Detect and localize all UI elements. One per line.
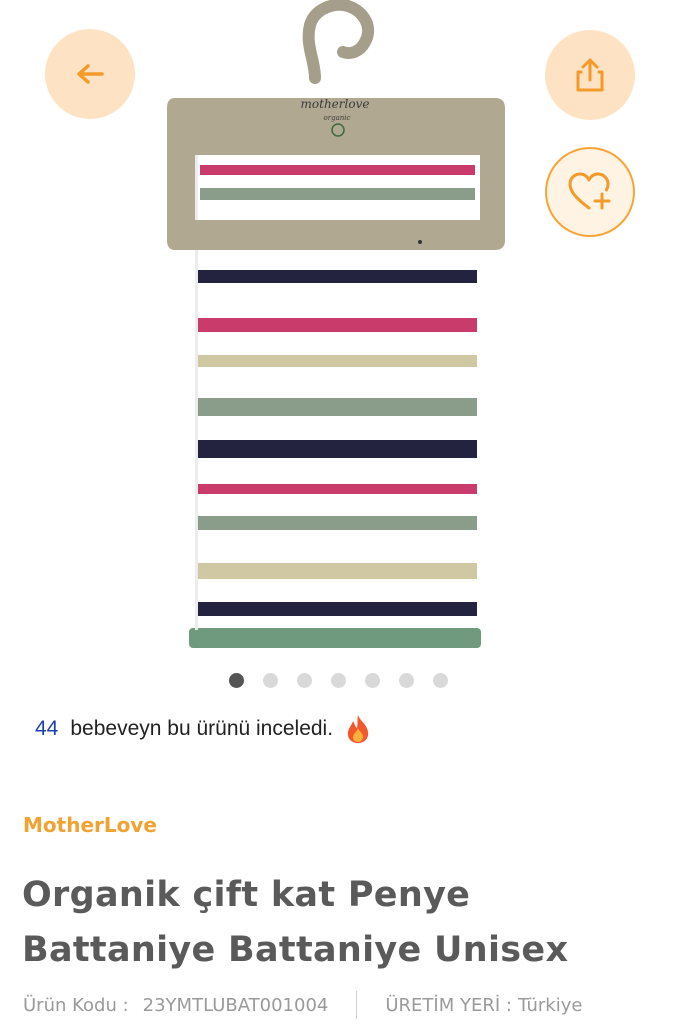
product-code-value: 23YMTLUBAT001004 [142,994,329,1016]
pagination-dot[interactable] [263,673,278,688]
product-code-label: Ürün Kodu : [23,994,129,1016]
arrow-left-icon [77,64,104,84]
pagination-dot[interactable] [399,673,414,688]
product-title: Organik çift kat Penye Battaniye Battani… [22,868,662,978]
svg-text:organic: organic [324,114,351,122]
pagination-dot[interactable] [331,673,346,688]
share-button[interactable] [545,30,635,120]
product-title-line2: Battaniye Battaniye Unisex [22,930,569,970]
hanger-brand-text: motherlove [301,97,370,111]
product-title-line1: Organik çift kat Penye [22,875,471,915]
origin-label: ÜRETİM YERİ : [385,994,512,1016]
pagination-dot[interactable] [297,673,312,688]
pagination-dot-active[interactable] [229,673,244,688]
product-gallery[interactable]: motherlove organic [0,0,677,700]
origin-value: Türkiye [517,994,583,1016]
back-button[interactable] [45,29,135,119]
viewer-text: bebeveyn bu ürünü inceledi. [70,717,334,740]
fire-icon [345,714,371,744]
share-icon [576,58,604,92]
viewer-count: 44 [35,717,59,740]
add-to-favorites-button[interactable] [545,147,635,237]
heart-plus-icon [568,172,611,210]
product-image[interactable]: motherlove organic [165,0,515,660]
meta-divider [356,991,358,1019]
image-pagination[interactable] [0,673,677,691]
pagination-dot[interactable] [433,673,448,688]
pagination-dot[interactable] [365,673,380,688]
viewer-count-notice: 44 bebeveyn bu ürünü inceledi. [35,713,371,745]
product-meta: Ürün Kodu : 23YMTLUBAT001004 ÜRETİM YERİ… [23,988,663,1022]
brand-name[interactable]: MotherLove [23,813,157,837]
